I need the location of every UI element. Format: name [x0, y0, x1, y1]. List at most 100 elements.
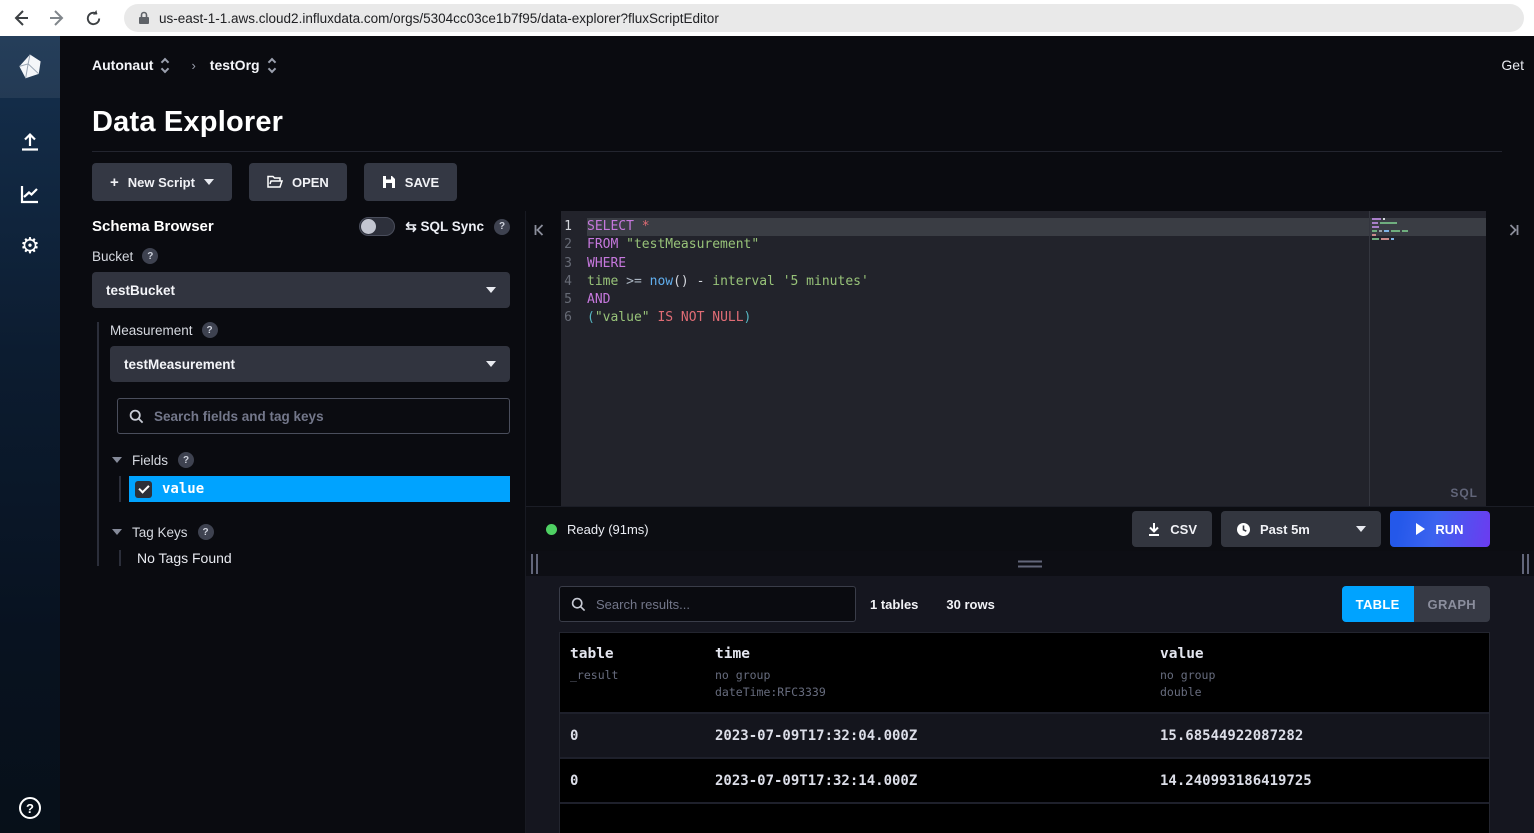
- reload-icon[interactable]: [82, 7, 104, 29]
- code-lines[interactable]: 1SELECT *2FROM "testMeasurement"3WHERE4t…: [561, 211, 1486, 506]
- upload-icon[interactable]: [0, 116, 60, 168]
- column-header-time: time no group dateTime:RFC3339: [715, 646, 1160, 700]
- lock-icon: [138, 11, 150, 25]
- field-item-value[interactable]: value: [129, 476, 510, 502]
- editor-right-strip: [1486, 211, 1534, 506]
- measurement-label: Measurement: [110, 323, 193, 338]
- table-row[interactable]: 0 2023-07-09T17:32:14.000Z 14.2409931864…: [560, 757, 1489, 802]
- graph-icon[interactable]: [0, 168, 60, 220]
- tab-graph[interactable]: GRAPH: [1414, 586, 1490, 622]
- bucket-dropdown[interactable]: testBucket: [92, 272, 510, 308]
- fields-tree-header[interactable]: Fields ?: [112, 452, 510, 468]
- screen: us-east-1-1.aws.cloud2.influxdata.com/or…: [0, 0, 1534, 833]
- code-line[interactable]: 4time >= now() - interval '5 minutes': [561, 273, 1486, 291]
- search-icon: [129, 409, 144, 424]
- fields-label: Fields: [132, 453, 168, 468]
- tag-keys-label: Tag Keys: [132, 525, 188, 540]
- url-bar[interactable]: us-east-1-1.aws.cloud2.influxdata.com/or…: [124, 4, 1524, 32]
- column-header-table: table _result: [570, 646, 715, 700]
- tag-keys-tree-header[interactable]: Tag Keys ?: [112, 524, 510, 540]
- chevron-down-icon: [1356, 526, 1366, 532]
- results-panel: 1 tables 30 rows TABLE GRAPH table: [526, 576, 1534, 833]
- status-text: Ready (91ms): [567, 522, 649, 537]
- fields-help-icon[interactable]: ?: [178, 452, 194, 468]
- save-button[interactable]: SAVE: [364, 163, 457, 201]
- run-button[interactable]: RUN: [1390, 511, 1490, 547]
- tables-count: 1 tables: [870, 597, 918, 612]
- right-splitter-handle-icon[interactable]: [1522, 554, 1529, 574]
- code-line[interactable]: 6("value" IS NOT NULL): [561, 309, 1486, 327]
- bucket-label: Bucket: [92, 249, 133, 264]
- left-splitter-handle-icon[interactable]: [531, 554, 538, 574]
- sql-sync-label: ⇆ SQL Sync: [405, 219, 484, 235]
- account-updown-icon[interactable]: [162, 59, 168, 72]
- open-button[interactable]: OPEN: [249, 163, 347, 201]
- breadcrumb: Autonaut › testOrg Get: [60, 36, 1534, 94]
- chevron-down-icon: [204, 179, 214, 185]
- play-icon: [1416, 523, 1425, 535]
- code-line[interactable]: 5AND: [561, 291, 1486, 309]
- floppy-icon: [382, 175, 396, 189]
- table-row[interactable]: 0 2023-07-09T17:32:04.000Z 15.6854492208…: [560, 712, 1489, 757]
- minimap-divider: [1369, 211, 1370, 506]
- sql-sync-help-icon[interactable]: ?: [494, 219, 510, 235]
- search-icon: [571, 597, 586, 612]
- results-search-input[interactable]: [596, 597, 844, 612]
- language-badge: SQL: [1450, 486, 1478, 500]
- folder-icon: [267, 175, 283, 189]
- code-line[interactable]: 3WHERE: [561, 255, 1486, 273]
- rows-count: 30 rows: [946, 597, 994, 612]
- workspace: Schema Browser ⇆ SQL Sync ? Bucket ? tes…: [60, 211, 1534, 833]
- horizontal-splitter[interactable]: [526, 551, 1534, 576]
- editor-left-strip: [526, 211, 561, 506]
- help-icon[interactable]: ?: [19, 797, 41, 819]
- no-tags-message: No Tags Found: [137, 550, 510, 566]
- forward-icon[interactable]: [46, 7, 68, 29]
- new-script-button[interactable]: + New Script: [92, 163, 232, 201]
- tag-keys-help-icon[interactable]: ?: [198, 524, 214, 540]
- measurement-help-icon[interactable]: ?: [202, 322, 218, 338]
- time-range-dropdown[interactable]: Past 5m: [1221, 511, 1381, 547]
- expand-panel-icon[interactable]: [1506, 223, 1520, 237]
- plus-icon: +: [110, 174, 119, 191]
- tag-keys-list: No Tags Found: [119, 550, 510, 566]
- results-search: [559, 586, 856, 622]
- org-switcher[interactable]: testOrg: [210, 57, 260, 73]
- query-status-bar: Ready (91ms) CSV: [526, 506, 1534, 551]
- sql-sync-toggle[interactable]: [359, 217, 395, 236]
- collapse-caret-icon: [112, 457, 122, 463]
- fields-list: value: [119, 476, 510, 502]
- gear-icon[interactable]: ⚙: [0, 220, 60, 272]
- measurement-dropdown[interactable]: testMeasurement: [110, 346, 510, 382]
- clock-icon: [1236, 522, 1251, 537]
- minimap: [1372, 218, 1422, 240]
- app: ⚙ ? Autonaut › testOrg Get Data Explorer: [0, 36, 1534, 833]
- tab-table[interactable]: TABLE: [1342, 586, 1414, 622]
- view-toggle: TABLE GRAPH: [1342, 586, 1490, 622]
- sql-editor[interactable]: 1SELECT *2FROM "testMeasurement"3WHERE4t…: [526, 211, 1534, 506]
- fields-search-input[interactable]: [154, 409, 498, 424]
- org-updown-icon[interactable]: [269, 59, 275, 72]
- column-header-value: value no group double: [1160, 646, 1489, 700]
- code-line[interactable]: 2FROM "testMeasurement": [561, 236, 1486, 254]
- account-switcher[interactable]: Autonaut: [92, 57, 153, 73]
- url-text: us-east-1-1.aws.cloud2.influxdata.com/or…: [159, 11, 719, 26]
- editor-results-panel: 1SELECT *2FROM "testMeasurement"3WHERE4t…: [525, 211, 1534, 833]
- back-icon[interactable]: [10, 7, 32, 29]
- bucket-help-icon[interactable]: ?: [142, 248, 158, 264]
- table-row-partial: [560, 802, 1489, 833]
- code-line[interactable]: 1SELECT *: [561, 218, 1486, 236]
- collapse-editor-icon[interactable]: [533, 223, 547, 237]
- measurement-group: Measurement ? testMeasurement: [97, 322, 510, 566]
- splitter-handle-icon[interactable]: [1018, 560, 1042, 567]
- sync-arrows-icon: ⇆: [405, 219, 416, 234]
- checkbox-checked-icon[interactable]: [135, 481, 152, 498]
- page-head: Data Explorer: [60, 94, 1534, 152]
- results-table: table _result time no group dateTime:RFC…: [559, 632, 1490, 833]
- chevron-down-icon: [486, 287, 496, 293]
- csv-download-button[interactable]: CSV: [1132, 511, 1212, 547]
- get-link[interactable]: Get: [1501, 57, 1526, 73]
- influxdb-logo-icon[interactable]: [0, 36, 60, 98]
- page-title: Data Explorer: [92, 106, 1502, 139]
- nav-rail: ⚙ ?: [0, 36, 60, 833]
